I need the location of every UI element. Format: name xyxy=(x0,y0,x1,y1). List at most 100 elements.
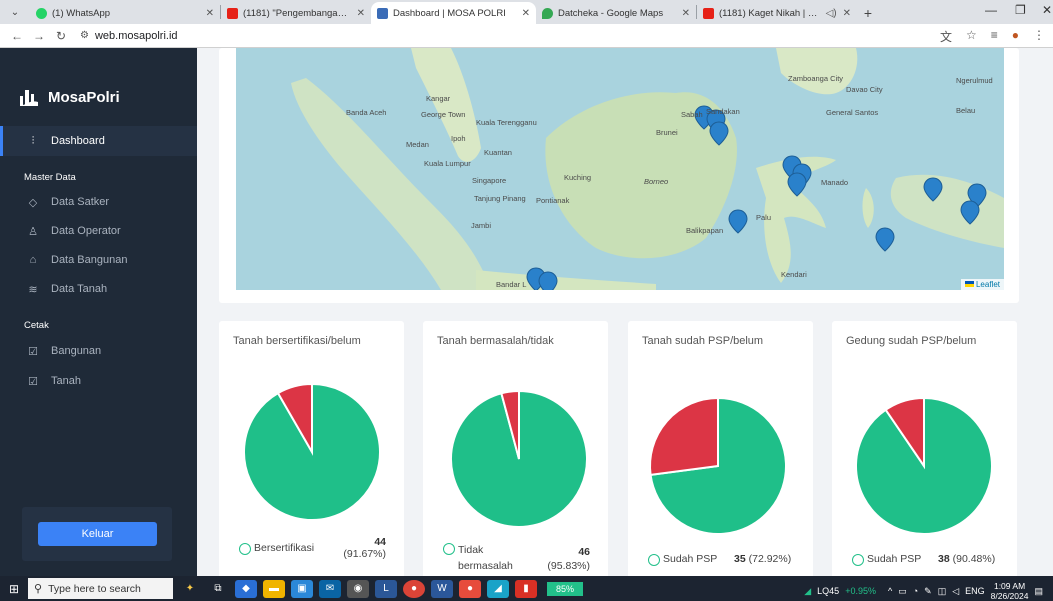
browser-tab[interactable]: (1) WhatsApp ✕ xyxy=(30,2,220,24)
map-label: Sandakan xyxy=(706,107,740,116)
tab-title: (1181) Kaget Nikah | Clip E xyxy=(719,7,824,19)
clock-date: 8/26/2024 xyxy=(990,591,1029,601)
close-icon[interactable]: ✕ xyxy=(522,8,530,19)
chart-card: Gedung sudah PSP/belum Sudah PSP 38 (90.… xyxy=(832,321,1017,576)
browser-tab[interactable]: (1181) "Pengembangan MOSA ✕ xyxy=(221,2,371,24)
windows-start-icon[interactable]: ⊞ xyxy=(0,582,28,596)
browser-tab[interactable]: (1181) Kaget Nikah | Clip E ◁) ✕ xyxy=(697,2,857,24)
section-cetak: Cetak xyxy=(24,320,49,331)
map-label: George Town xyxy=(421,110,466,119)
close-icon[interactable]: ✕ xyxy=(843,8,851,19)
sidebar-item-cetak-bangunan[interactable]: ☑ Bangunan xyxy=(0,336,197,366)
browser-menu-icon[interactable]: ⋮ xyxy=(1033,28,1045,45)
pdf-icon[interactable]: ▮ xyxy=(515,579,537,598)
tag-icon: ◇ xyxy=(28,196,38,209)
taskbar-search[interactable]: ⚲ Type here to search xyxy=(28,578,173,599)
mail-icon[interactable]: ✉ xyxy=(319,579,341,598)
legend-item[interactable]: Sudah PSP xyxy=(648,553,717,566)
address-bar: ← → ↻ ⚙ web.mosapolri.id 文 ☆ ≡ ● ⋮ xyxy=(0,24,1053,48)
tab-title: (1) WhatsApp xyxy=(52,7,111,19)
app-icon[interactable]: ◢ xyxy=(487,579,509,598)
sidebar-item-label: Tanah xyxy=(51,375,81,387)
sidebar-item-cetak-tanah[interactable]: ☑ Tanah xyxy=(0,366,197,396)
volume-icon[interactable]: ◁ xyxy=(952,586,959,597)
tab-search-button[interactable]: ⌄ xyxy=(0,0,30,24)
file-explorer-icon[interactable]: ▬ xyxy=(263,579,285,598)
close-window-button[interactable]: ✕ xyxy=(1042,3,1052,17)
tab-title: Dashboard | MOSA POLRI xyxy=(393,7,506,19)
map-land xyxy=(291,48,1004,290)
clock[interactable]: 1:09 AM 8/26/2024 xyxy=(991,581,1029,601)
maximize-button[interactable]: ❐ xyxy=(1015,3,1026,17)
legend-item[interactable]: Bersertifikasi xyxy=(239,542,314,555)
brand[interactable]: MosaPolri xyxy=(18,86,120,108)
browser-tab-active[interactable]: Dashboard | MOSA POLRI ✕ xyxy=(371,2,536,24)
legend-item[interactable]: Sudah PSP xyxy=(852,553,921,566)
camera-icon[interactable]: ◉ xyxy=(347,579,369,598)
sidebar-item-label: Bangunan xyxy=(51,345,102,357)
legend-item[interactable]: Tidak bermasalah xyxy=(443,542,523,574)
chrome-icon[interactable]: ● xyxy=(403,579,425,598)
google-maps-icon xyxy=(542,7,553,19)
legend-marker-icon xyxy=(239,543,251,555)
close-icon[interactable]: ✕ xyxy=(682,8,690,19)
pie-slice-belum[interactable] xyxy=(649,396,719,476)
pen-icon[interactable]: ✎ xyxy=(924,586,932,597)
leaflet-attribution-link[interactable]: Leaflet xyxy=(960,279,1004,290)
audio-icon[interactable]: ◁) xyxy=(826,8,837,19)
location-map[interactable]: Kangar George Town Banda Aceh Kuala Tere… xyxy=(236,48,1004,290)
sidebar-item-dashboard[interactable]: ⫶ Dashboard xyxy=(0,126,197,156)
sidebar-item-data-tanah[interactable]: ≋ Data Tanah xyxy=(0,274,197,304)
app-icon[interactable]: L xyxy=(375,579,397,598)
close-icon[interactable]: ✕ xyxy=(206,8,214,19)
back-button[interactable]: ← xyxy=(6,29,28,43)
sidebar-item-data-satker[interactable]: ◇ Data Satker xyxy=(0,187,197,217)
store-icon[interactable]: ▣ xyxy=(291,579,313,598)
bookmark-star-icon[interactable]: ☆ xyxy=(966,28,977,45)
legend-percent: (91.67%) xyxy=(343,548,386,560)
pie-chart[interactable] xyxy=(832,321,1017,576)
word-icon[interactable]: W xyxy=(431,579,453,598)
sidebar-item-label: Data Satker xyxy=(51,196,110,208)
reading-list-icon[interactable]: ≡ xyxy=(991,28,998,45)
network-icon[interactable]: ◔ xyxy=(913,586,918,596)
map-label: Sabah xyxy=(681,110,703,119)
youtube-icon xyxy=(703,7,714,19)
reload-button[interactable]: ↻ xyxy=(50,29,72,43)
profile-avatar-icon[interactable]: ● xyxy=(1012,28,1019,45)
wifi-icon[interactable]: ◫ xyxy=(938,586,947,597)
legend-value: 38 (90.48%) xyxy=(938,553,1008,565)
close-icon[interactable]: ✕ xyxy=(357,8,365,19)
battery-indicator[interactable]: 85% xyxy=(547,581,583,596)
pie-chart[interactable] xyxy=(628,321,813,576)
pie-chart[interactable] xyxy=(423,321,608,576)
forward-button[interactable]: → xyxy=(28,29,50,43)
sparkle-icon[interactable]: ✦ xyxy=(179,580,201,598)
legend-count: 46 xyxy=(578,546,590,558)
app-icon[interactable]: ● xyxy=(459,579,481,598)
map-label: Kuching xyxy=(564,173,592,182)
task-view-icon[interactable]: ⧉ xyxy=(207,580,229,598)
url-field[interactable]: ⚙ web.mosapolri.id xyxy=(80,27,178,45)
chart-card: Tanah bermasalah/tidak Tidak bermasalah … xyxy=(423,321,608,576)
new-tab-button[interactable]: + xyxy=(857,2,879,24)
stock-name[interactable]: LQ45 xyxy=(817,586,839,596)
stock-change: +0.95% xyxy=(845,586,876,596)
legend-marker-icon xyxy=(648,554,660,566)
sidebar-item-data-operator[interactable]: ♙ Data Operator xyxy=(0,216,197,246)
site-info-icon[interactable]: ⚙ xyxy=(80,30,89,41)
map-label: Medan xyxy=(406,140,429,149)
clock-time: 1:09 AM xyxy=(993,581,1026,591)
translate-icon[interactable]: 文 xyxy=(940,28,952,45)
minimize-button[interactable]: — xyxy=(985,3,997,17)
language-indicator[interactable]: ENG xyxy=(965,586,985,596)
chevron-up-icon[interactable]: ^ xyxy=(888,586,892,596)
sidebar-item-label: Data Operator xyxy=(51,225,121,237)
browser-tab[interactable]: Datcheka - Google Maps ✕ xyxy=(536,2,696,24)
sidebar-item-data-bangunan[interactable]: ⌂ Data Bangunan xyxy=(0,245,197,275)
map-label: Belau xyxy=(956,106,976,115)
notification-icon[interactable]: ▤ xyxy=(1034,586,1043,597)
logout-button[interactable]: Keluar xyxy=(38,522,157,546)
battery-icon[interactable]: ▭ xyxy=(898,586,907,597)
app-icon[interactable]: ◆ xyxy=(235,579,257,598)
